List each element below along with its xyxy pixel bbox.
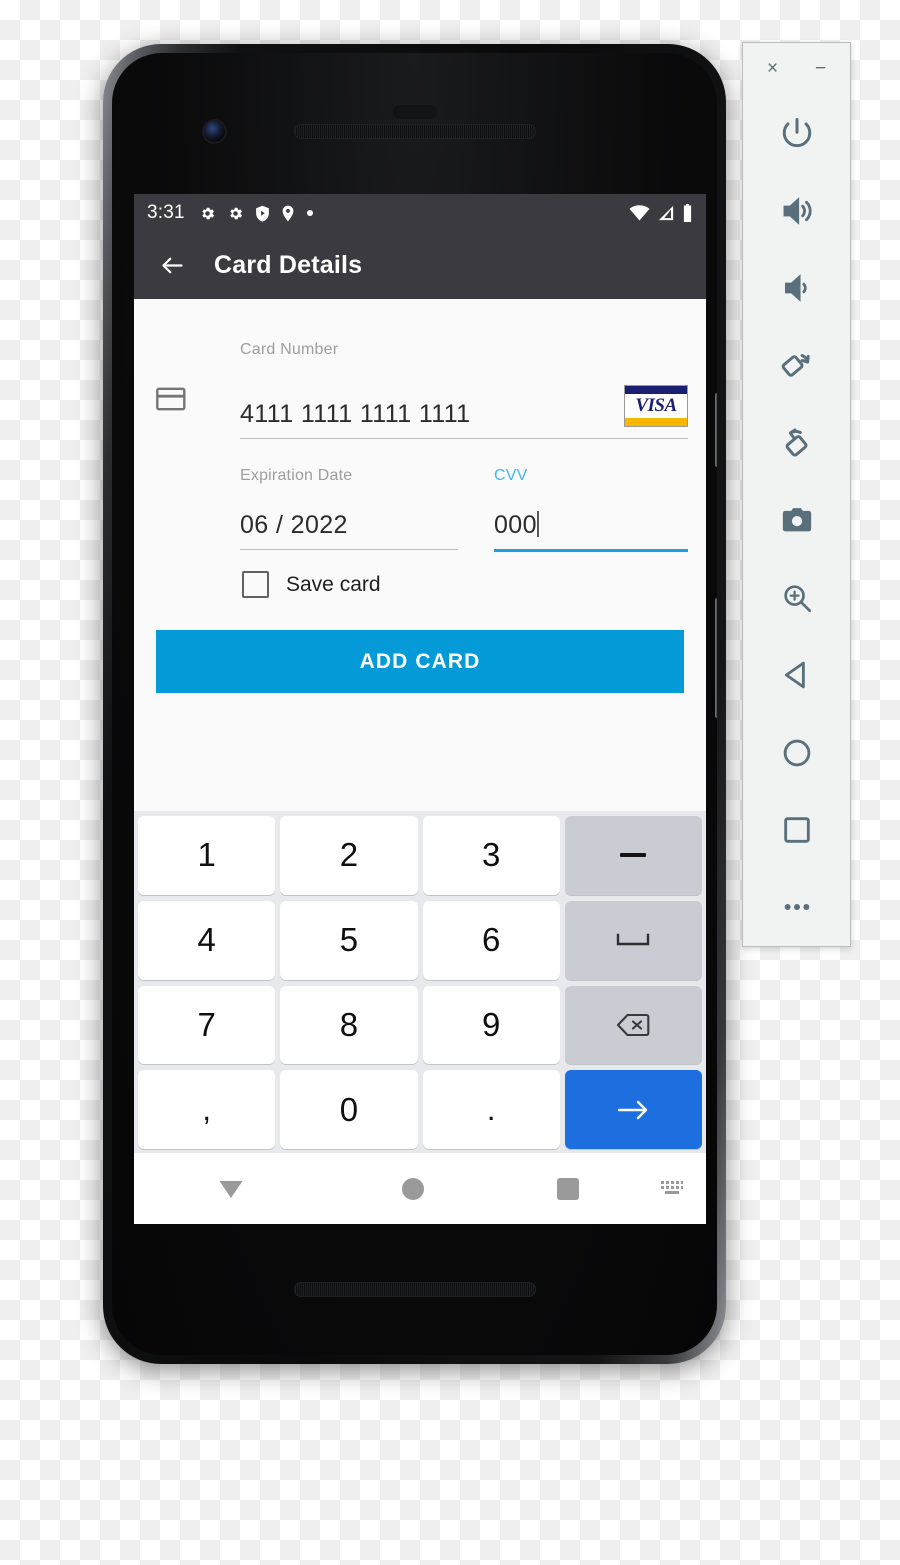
card-number-value[interactable]: 4111 1111 1111 1111 — [240, 400, 624, 429]
sensor-notch — [392, 105, 437, 119]
card-number-field[interactable]: Card Number 4111 1111 1111 1111 VISA — [240, 341, 688, 439]
cellular-signal-icon — [658, 205, 674, 221]
key-0[interactable]: 0 — [280, 1070, 418, 1149]
app-bar: Card Details — [134, 232, 706, 299]
shield-play-icon — [255, 205, 269, 222]
minimize-window-button[interactable]: − — [811, 59, 831, 78]
volume-up-button[interactable] — [743, 172, 850, 249]
gear-icon — [230, 207, 242, 219]
power-button[interactable] — [715, 393, 717, 467]
home-button[interactable] — [743, 714, 850, 791]
rotate-right-button[interactable] — [743, 404, 850, 481]
volume-button[interactable] — [715, 598, 717, 718]
save-card-label: Save card — [286, 572, 381, 596]
expiration-date-label: Expiration Date — [240, 467, 353, 484]
card-details-form: Card Number 4111 1111 1111 1111 VISA Exp… — [134, 299, 706, 809]
back-button[interactable] — [743, 636, 850, 713]
key-1[interactable]: 1 — [138, 816, 276, 895]
wifi-icon — [629, 205, 650, 221]
card-number-label: Card Number — [240, 341, 339, 358]
enter-key[interactable] — [564, 1070, 702, 1149]
status-bar-system-icons — [629, 204, 693, 222]
add-card-button-label: ADD CARD — [359, 649, 481, 673]
key-8[interactable]: 8 — [280, 985, 418, 1065]
overview-button[interactable] — [743, 791, 850, 868]
battery-icon — [683, 204, 692, 222]
cvv-underline — [494, 549, 688, 552]
minus-key[interactable] — [564, 816, 702, 895]
nav-keyboard-icon[interactable] — [638, 1180, 706, 1197]
more-button[interactable] — [743, 869, 850, 946]
card-number-underline — [240, 438, 688, 439]
key-5[interactable]: 5 — [280, 900, 418, 980]
credit-card-icon — [156, 387, 186, 416]
expiration-date-underline — [240, 549, 458, 550]
system-navigation-bar — [134, 1153, 706, 1224]
window-controls: × − — [743, 43, 850, 95]
add-card-button[interactable]: ADD CARD — [156, 630, 684, 693]
key-3[interactable]: 3 — [422, 816, 560, 895]
backspace-key[interactable] — [564, 985, 702, 1065]
dot-icon — [306, 210, 313, 216]
zoom-button[interactable] — [743, 559, 850, 636]
key-9[interactable]: 9 — [422, 985, 560, 1065]
status-bar: 3:31 — [134, 194, 706, 232]
earpiece-speaker — [293, 124, 536, 139]
front-camera — [204, 121, 225, 142]
location-pin-icon — [282, 205, 294, 221]
text-cursor — [536, 511, 539, 537]
keyboard-row: ,0. — [138, 1070, 702, 1149]
screenshot-button[interactable] — [743, 482, 850, 559]
emulator-toolbar: × − — [742, 42, 851, 947]
numeric-keyboard[interactable]: 123456789,0. — [134, 811, 706, 1153]
power-button[interactable] — [743, 95, 850, 172]
save-card-checkbox-row[interactable]: Save card — [242, 571, 381, 598]
key-6[interactable]: 6 — [422, 900, 560, 980]
rotate-left-button[interactable] — [743, 327, 850, 404]
gear-icon — [202, 207, 214, 219]
key-2[interactable]: 2 — [280, 816, 418, 895]
close-window-button[interactable]: × — [763, 59, 783, 78]
phone-bezel: 3:31 Card Details Card Number 4111 1111 … — [112, 53, 717, 1355]
cvv-field[interactable]: CVV 000 — [494, 467, 688, 552]
cvv-label: CVV — [494, 467, 528, 484]
key-4[interactable]: 4 — [138, 900, 276, 980]
space-key[interactable] — [564, 900, 702, 980]
keyboard-row: 456 — [138, 900, 702, 980]
phone-screen: 3:31 Card Details Card Number 4111 1111 … — [134, 194, 706, 1224]
cvv-value[interactable]: 000 — [494, 511, 688, 540]
visa-logo-text: VISA — [635, 395, 677, 416]
expiration-date-value[interactable]: 06 / 2022 — [240, 511, 458, 540]
expiration-date-field[interactable]: Expiration Date 06 / 2022 — [240, 467, 458, 550]
page-title: Card Details — [214, 251, 363, 279]
back-arrow-icon[interactable] — [152, 246, 192, 286]
nav-back-icon[interactable] — [134, 1178, 328, 1200]
key-.[interactable]: . — [422, 1070, 560, 1149]
nav-recents-icon[interactable] — [498, 1177, 638, 1201]
save-card-checkbox[interactable] — [242, 571, 269, 598]
status-bar-notification-icons — [199, 205, 314, 222]
key-,[interactable]: , — [138, 1070, 276, 1149]
visa-logo: VISA — [624, 385, 688, 427]
bottom-speaker — [293, 1282, 536, 1297]
keyboard-row: 789 — [138, 985, 702, 1065]
volume-down-button[interactable] — [743, 249, 850, 326]
keyboard-row: 123 — [138, 816, 702, 895]
key-7[interactable]: 7 — [138, 985, 276, 1065]
status-bar-clock: 3:31 — [147, 202, 185, 223]
phone-device: 3:31 Card Details Card Number 4111 1111 … — [103, 44, 726, 1364]
nav-home-icon[interactable] — [328, 1177, 498, 1201]
